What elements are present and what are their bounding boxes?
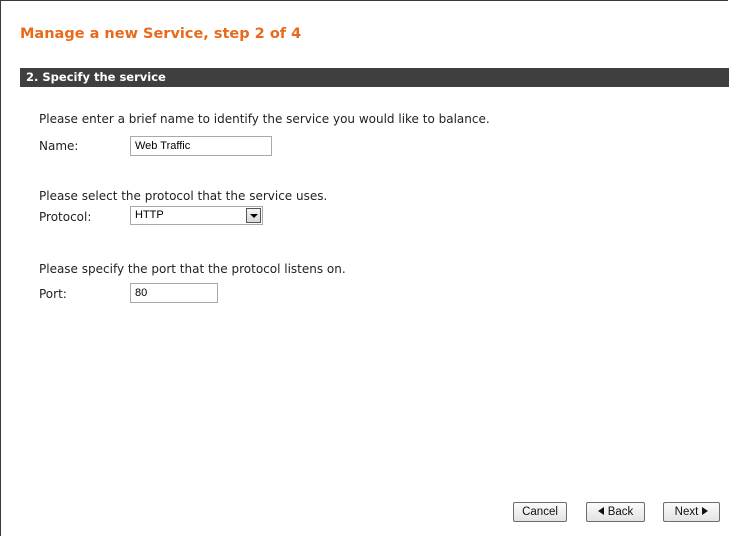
wizard-title: Manage a new Service, step 2 of 4 — [20, 26, 302, 42]
protocol-selected-value: HTTP — [135, 209, 164, 221]
chevron-down-icon[interactable] — [246, 208, 261, 223]
back-button[interactable]: Back — [586, 502, 645, 522]
next-button[interactable]: Next — [663, 502, 720, 522]
port-label: Port: — [39, 287, 67, 301]
cancel-button[interactable]: Cancel — [513, 502, 567, 522]
wizard-panel: Manage a new Service, step 2 of 4 2. Spe… — [0, 0, 729, 536]
section-header: 2. Specify the service — [20, 68, 729, 87]
name-input[interactable] — [130, 136, 272, 156]
triangle-left-icon — [597, 507, 604, 515]
port-input[interactable] — [130, 283, 218, 303]
triangle-right-icon — [702, 507, 709, 515]
protocol-select[interactable]: HTTP — [130, 206, 263, 225]
back-button-label: Back — [607, 506, 634, 518]
protocol-label: Protocol: — [39, 210, 92, 224]
name-prompt: Please enter a brief name to identify th… — [39, 112, 490, 126]
cancel-button-label: Cancel — [522, 506, 558, 518]
name-label: Name: — [39, 139, 79, 153]
protocol-prompt: Please select the protocol that the serv… — [39, 189, 328, 203]
next-button-label: Next — [674, 506, 699, 518]
port-prompt: Please specify the port that the protoco… — [39, 262, 346, 276]
